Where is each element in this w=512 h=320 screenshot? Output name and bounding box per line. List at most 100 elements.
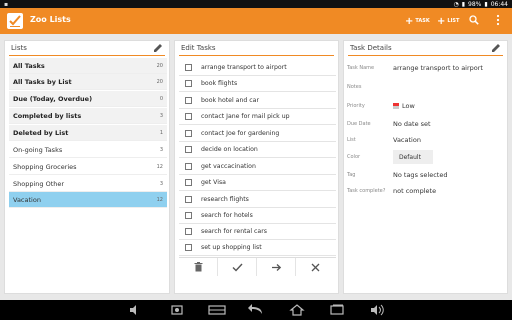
list-item-label: Shopping Groceries [13, 163, 77, 171]
list-item-label: Vacation [13, 196, 41, 204]
list-item-label: Due (Today, Overdue) [13, 95, 93, 103]
task-row[interactable]: search for rental cars [179, 224, 336, 240]
back-icon[interactable] [248, 304, 264, 316]
screenshot-icon[interactable] [170, 304, 184, 316]
task-checkbox[interactable] [185, 179, 192, 186]
detail-task-name[interactable]: Task Name arrange transport to airport [344, 60, 509, 76]
task-title: contact Joe for gardening [201, 130, 280, 137]
list-item-all-tasks-by-list[interactable]: All Tasks by List 20 [9, 74, 167, 90]
recent-apps-icon[interactable] [329, 304, 345, 316]
task-title: research flights [201, 196, 249, 203]
task-checkbox[interactable] [185, 244, 192, 251]
task-row[interactable]: contact Jane for mail pick up [179, 109, 336, 125]
detail-key: List [347, 137, 356, 143]
task-title: decide on location [201, 146, 258, 153]
volume-down-icon[interactable] [128, 304, 142, 316]
detail-list[interactable]: List Vacation [344, 132, 509, 148]
add-task-button[interactable]: + TASK [405, 14, 430, 28]
cancel-button[interactable] [296, 258, 335, 276]
task-checkbox[interactable] [185, 97, 192, 104]
task-checkbox[interactable] [185, 228, 192, 235]
battery-level: 98% [468, 0, 482, 8]
detail-key: Tag [347, 172, 356, 178]
list-item-count: 12 [156, 197, 163, 203]
plus-icon: + [437, 15, 446, 27]
task-row[interactable]: decide on location [179, 142, 336, 158]
list-item-shopping-groceries[interactable]: Shopping Groceries 12 [9, 159, 167, 175]
list-item-count: 3 [159, 147, 163, 153]
task-checkbox[interactable] [185, 146, 192, 153]
add-list-button[interactable]: + LIST [437, 14, 459, 28]
detail-notes[interactable]: Notes [344, 79, 509, 95]
task-row[interactable]: arrange transport to airport [179, 60, 336, 76]
task-row[interactable]: contact Joe for gardening [179, 126, 336, 142]
list-item-due[interactable]: Due (Today, Overdue) 0 [9, 91, 167, 107]
arrow-right-icon [271, 263, 281, 271]
task-row[interactable]: book flights [179, 76, 336, 92]
list-item-label: All Tasks by List [13, 78, 72, 86]
complete-button[interactable] [218, 258, 257, 276]
home-icon[interactable] [289, 304, 305, 316]
list-item-count: 20 [156, 63, 163, 69]
app-logo-icon[interactable] [6, 12, 24, 30]
list-item-label: Completed by lists [13, 112, 82, 120]
task-checkbox[interactable] [185, 212, 192, 219]
task-row[interactable]: set up shopping list [179, 240, 336, 256]
detail-value: No date set [393, 120, 431, 128]
task-title: contact Jane for mail pick up [201, 113, 290, 120]
detail-color[interactable]: Color Default [344, 149, 509, 165]
multiwindow-icon[interactable] [207, 304, 227, 316]
status-bar: ▪ ◔ ▮ 98% ▮ 06:44 [0, 0, 512, 8]
detail-tag[interactable]: Tag No tags selected [344, 167, 509, 183]
priority-flag-icon [393, 103, 399, 109]
add-task-label: TASK [415, 18, 430, 24]
list-item-all-tasks[interactable]: All Tasks 20 [9, 58, 167, 74]
detail-complete[interactable]: Task complete? not complete [344, 183, 509, 199]
list-item-count: 12 [156, 164, 163, 170]
task-title: get Visa [201, 179, 226, 186]
task-checkbox[interactable] [185, 196, 192, 203]
color-select[interactable]: Default [393, 150, 433, 164]
list-item-vacation[interactable]: Vacation 12 [9, 192, 167, 208]
notification-icon: ▪ [4, 0, 9, 8]
delete-button[interactable] [179, 258, 218, 276]
detail-key: Notes [347, 84, 362, 90]
detail-value: Low [402, 102, 415, 110]
task-title: book hotel and car [201, 97, 260, 104]
list-item-count: 1 [159, 130, 163, 136]
detail-value: Vacation [393, 136, 421, 144]
edit-tasks-header-divider [179, 55, 334, 56]
list-item-count: 3 [159, 181, 163, 187]
list-item-count: 0 [159, 96, 163, 102]
search-icon[interactable] [469, 15, 479, 25]
detail-key: Task complete? [347, 188, 386, 194]
task-row[interactable]: get Visa [179, 175, 336, 191]
list-item-completed[interactable]: Completed by lists 3 [9, 108, 167, 124]
edit-details-pencil-icon[interactable] [491, 43, 501, 53]
list-item-shopping-other[interactable]: Shopping Other 3 [9, 176, 167, 192]
task-row[interactable]: book hotel and car [179, 93, 336, 109]
detail-priority[interactable]: Priority Low [344, 98, 509, 114]
task-checkbox[interactable] [185, 113, 192, 120]
task-checkbox[interactable] [185, 80, 192, 87]
task-action-toolbar [179, 257, 336, 276]
signal-icon: ▮ [461, 0, 466, 8]
detail-key: Priority [347, 103, 365, 109]
task-checkbox[interactable] [185, 130, 192, 137]
task-checkbox[interactable] [185, 64, 192, 71]
lists-header-divider [9, 55, 165, 56]
app-bar: Zoo Lists + TASK + LIST [0, 8, 512, 34]
task-details-header: Task Details [350, 44, 392, 52]
list-item-on-going[interactable]: On-going Tasks 3 [9, 142, 167, 158]
overflow-menu-icon[interactable] [496, 14, 500, 26]
task-row[interactable]: search for hotels [179, 208, 336, 224]
volume-up-icon[interactable] [370, 304, 384, 316]
move-button[interactable] [257, 258, 296, 276]
task-row[interactable]: research flights [179, 192, 336, 208]
detail-due-date[interactable]: Due Date No date set [344, 116, 509, 132]
list-item-deleted[interactable]: Deleted by List 1 [9, 125, 167, 141]
edit-lists-pencil-icon[interactable] [153, 43, 163, 53]
task-row[interactable]: get vaccacination [179, 159, 336, 175]
task-checkbox[interactable] [185, 163, 192, 170]
notification-icons: ▪ [4, 0, 8, 8]
